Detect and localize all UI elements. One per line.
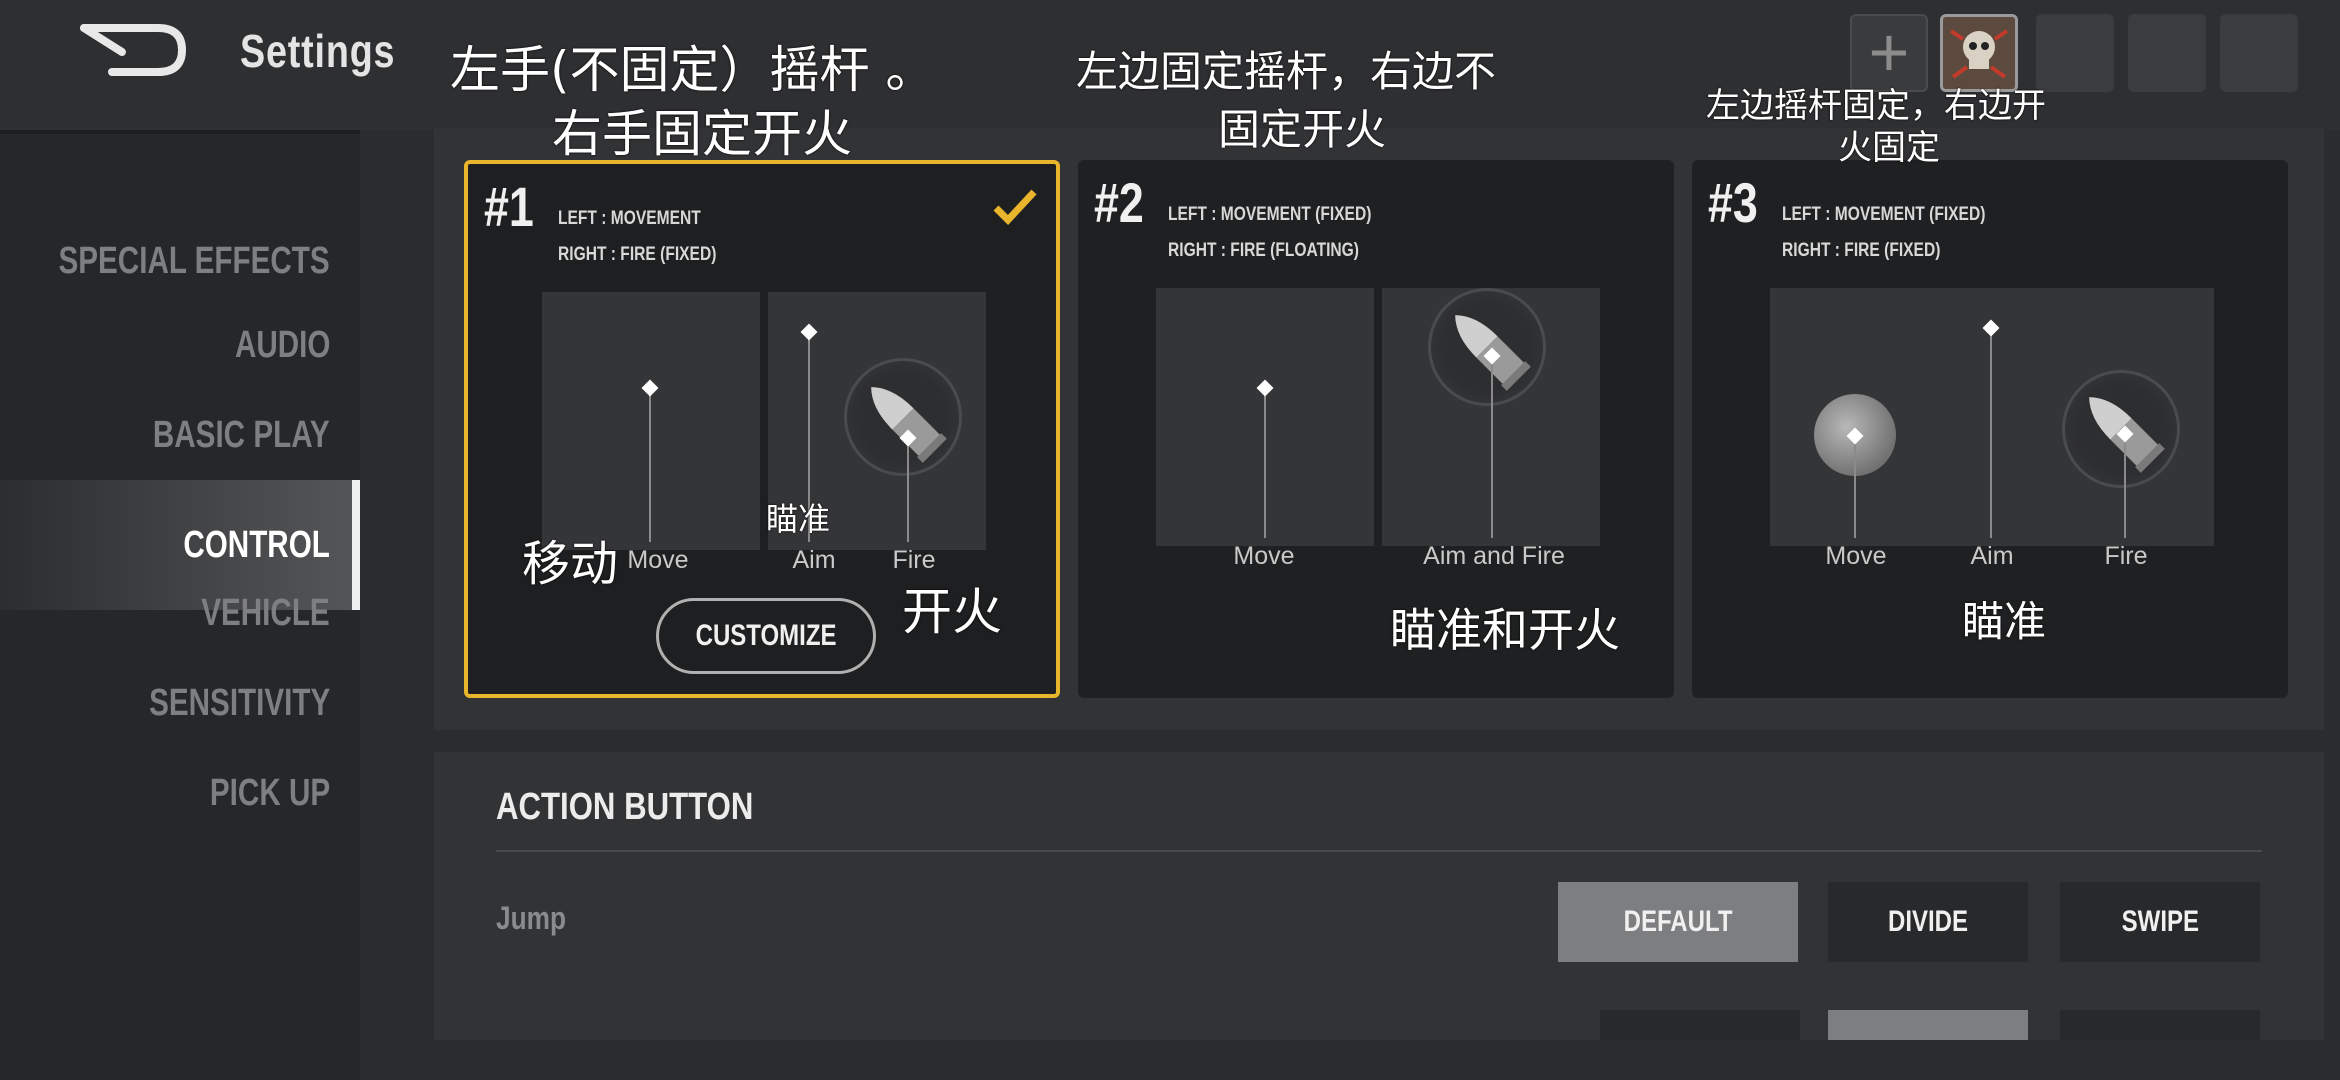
layout-left-desc: LEFT : MOVEMENT (FIXED)	[1168, 204, 1372, 225]
bullet-icon	[871, 387, 947, 463]
aim-line	[1990, 326, 1992, 538]
move-line	[1264, 386, 1266, 538]
fire-label: Fire	[892, 546, 936, 574]
move-line	[649, 386, 651, 542]
jump-label: Jump	[496, 900, 566, 936]
fire-line	[907, 436, 909, 542]
bullet-icon	[1455, 315, 1531, 391]
annotation-aim-and-fire: 瞄准和开火	[1390, 603, 1620, 657]
sidebar-item-label: PICK UP	[209, 772, 330, 814]
layout-right-desc: RIGHT : FIRE (FIXED)	[1782, 240, 1941, 261]
annotation-aim: 瞄准	[766, 500, 831, 538]
move-zone	[542, 292, 760, 550]
bottom-fade	[360, 1040, 2340, 1080]
move-line	[1854, 436, 1856, 538]
layout-number: #1	[484, 175, 534, 238]
sidebar-divider	[0, 130, 360, 134]
annotation-layout-2-line-2: 固定开火	[1218, 105, 1387, 154]
layout-left-desc: LEFT : MOVEMENT (FIXED)	[1782, 204, 1986, 225]
option-label: DEFAULT	[1623, 905, 1733, 938]
jump-option-default[interactable]: DEFAULT	[1558, 882, 1798, 962]
customize-label: CUSTOMIZE	[695, 619, 837, 652]
preset-slot[interactable]	[2128, 14, 2206, 92]
option-label: DIVIDE	[1887, 905, 1969, 938]
layout-right-desc: RIGHT : FIRE (FIXED)	[558, 244, 717, 265]
back-button[interactable]	[78, 22, 188, 78]
fire-label: Fire	[2104, 542, 2148, 570]
checkmark-icon	[993, 189, 1037, 226]
page-title: Settings	[240, 25, 396, 77]
preset-slot[interactable]	[2220, 14, 2298, 92]
annotation-layout-2-line-1: 左边固定摇杆，右边不	[1076, 47, 1497, 96]
customize-button[interactable]: CUSTOMIZE	[656, 598, 876, 674]
fire-line	[2124, 432, 2126, 538]
layout-number: #3	[1708, 171, 1758, 234]
layout-number: #2	[1094, 171, 1144, 234]
aim-fire-label: Aim and Fire	[1423, 542, 1565, 570]
annotation-layout-1-line-2: 右手固定开火	[552, 105, 852, 163]
preset-slot[interactable]	[2036, 14, 2114, 92]
jump-option-divide[interactable]: DIVIDE	[1828, 882, 2028, 962]
jump-option-swipe[interactable]: SWIPE	[2060, 882, 2260, 962]
annotation-layout-3-line-2: 火固定	[1838, 128, 1940, 168]
action-button-panel: ACTION BUTTON Jump DEFAULT DIVIDE SWIPE	[434, 752, 2324, 1080]
option-label: SWIPE	[2121, 905, 2199, 938]
layout-right-desc: RIGHT : FIRE (FLOATING)	[1168, 240, 1359, 261]
section-title: ACTION BUTTON	[496, 786, 754, 828]
aim-fire-line	[1491, 354, 1493, 538]
annotation-fire: 开火	[902, 583, 1002, 641]
layout-left-desc: LEFT : MOVEMENT	[558, 208, 701, 229]
annotation-move: 移动	[522, 536, 619, 592]
annotation-aim-3: 瞄准	[1962, 597, 2047, 646]
section-divider	[496, 850, 2262, 852]
annotation-layout-1-line-1: 左手(不固定）摇杆 。	[450, 41, 936, 99]
back-arrow-icon	[80, 24, 187, 76]
sidebar-item-pick-up[interactable]: PICK UP	[0, 728, 360, 858]
move-label: Move	[1233, 542, 1295, 570]
sidebar: SPECIAL EFFECTS AUDIO BASIC PLAY CONTROL…	[0, 130, 360, 1080]
